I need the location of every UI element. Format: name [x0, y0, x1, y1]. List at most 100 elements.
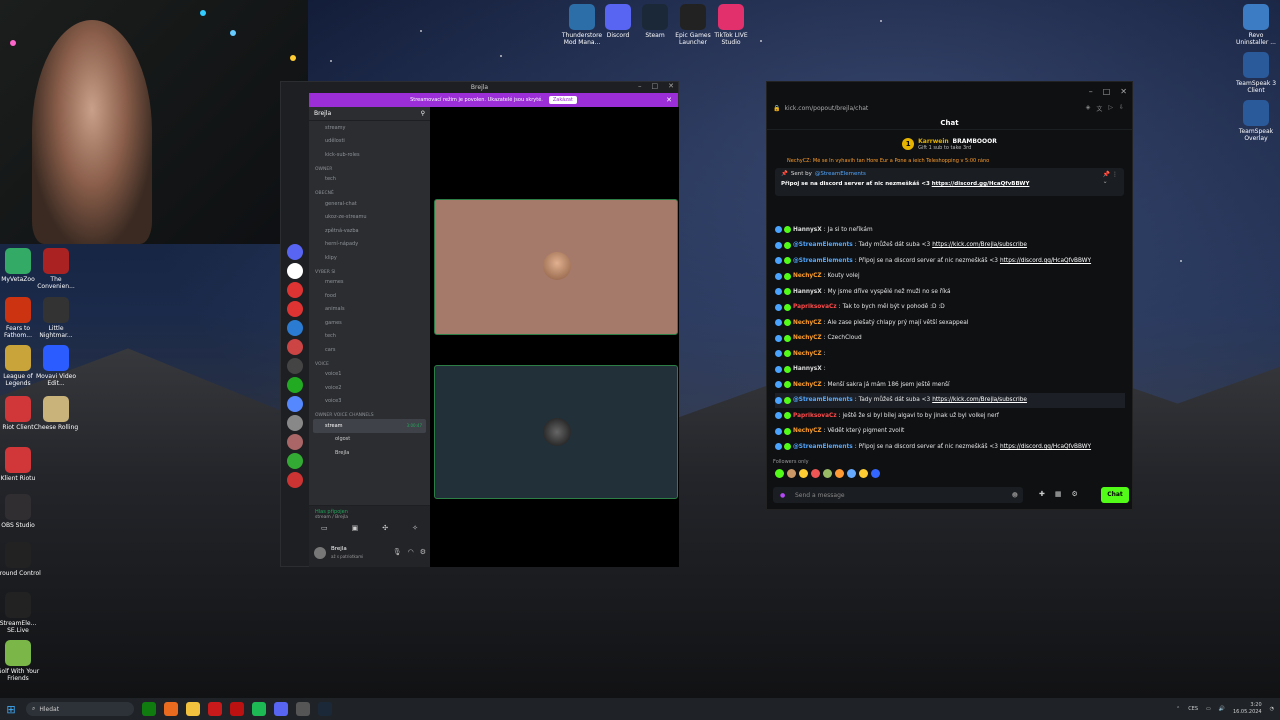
- chat-username[interactable]: @StreamElements: [793, 258, 853, 264]
- pinned-user[interactable]: @StreamElements: [815, 171, 866, 177]
- chat-username[interactable]: NechyCZ: [793, 335, 822, 341]
- chat-message[interactable]: NechyCZ: Ale zase plešatý chlapy prý mají…: [775, 315, 1125, 331]
- wifi-icon[interactable]: ▭: [1206, 706, 1211, 712]
- emote[interactable]: [799, 469, 808, 478]
- chat-message[interactable]: NechyCZ: Kouty volej: [775, 269, 1125, 285]
- chat-username[interactable]: NechyCZ: [793, 428, 822, 434]
- desktop-icon[interactable]: TeamSpeak 3 Client: [1232, 52, 1280, 94]
- gift-user[interactable]: Karrwein: [918, 138, 949, 145]
- chat-message[interactable]: NechyCZ: Vědět který pigment zvolit: [775, 424, 1125, 440]
- chat-message[interactable]: @StreamElements: Tady můžeš dát suba <3 ht…: [775, 392, 1125, 408]
- chat-link[interactable]: https://kick.com/Brejla/subscribe: [932, 242, 1027, 248]
- invite-icon[interactable]: ⚲: [421, 110, 425, 117]
- desktop-icon[interactable]: Ground Control: [0, 542, 42, 577]
- emote[interactable]: [871, 469, 880, 478]
- play-icon[interactable]: ▷: [1108, 104, 1113, 113]
- chat-message[interactable]: NechyCZ: CzechCloud: [775, 331, 1125, 347]
- emote-picker-icon[interactable]: ✚: [1039, 490, 1045, 498]
- channel-category[interactable]: OWNER VOICE CHANNELS: [309, 408, 430, 419]
- channel-category[interactable]: VYBER SI: [309, 265, 430, 276]
- server-icon[interactable]: [287, 472, 303, 488]
- chevron-down-icon[interactable]: ⌄: [1103, 178, 1108, 185]
- emoji-icon[interactable]: ☻: [1012, 492, 1018, 499]
- volume-icon[interactable]: 🔊: [1219, 706, 1225, 712]
- participant-tile[interactable]: [434, 199, 678, 335]
- camera-icon[interactable]: ▭: [321, 524, 328, 532]
- channel-item[interactable]: zpětná-vazba: [309, 224, 430, 238]
- gear-icon[interactable]: ⚙: [420, 548, 426, 556]
- opera-icon[interactable]: [208, 702, 222, 716]
- server-icon[interactable]: [287, 301, 303, 317]
- desktop-icon[interactable]: Movavi Video Edit...: [32, 345, 80, 387]
- chat-username[interactable]: NechyCZ: [793, 273, 822, 279]
- folder-icon[interactable]: [186, 702, 200, 716]
- send-chat-button[interactable]: Chat: [1101, 487, 1129, 503]
- channel-item[interactable]: food: [309, 289, 430, 303]
- gift-target[interactable]: BRAMBOOOR: [953, 138, 997, 145]
- desktop-icon[interactable]: TikTok LIVE Studio: [707, 4, 755, 46]
- pinned-link[interactable]: https://discord.gg/HcaQfvBBWY: [932, 181, 1030, 187]
- emote[interactable]: [787, 469, 796, 478]
- chat-message[interactable]: PapriksovaCz: Tak to bych měl být v pohod…: [775, 300, 1125, 316]
- url-text[interactable]: kick.com/popout/brejla/chat: [784, 105, 868, 112]
- maximize-icon[interactable]: □: [652, 82, 659, 90]
- chevron-up-icon[interactable]: ⌃: [1176, 706, 1180, 712]
- desktop-icon[interactable]: StreamEle... SE.Live: [0, 592, 42, 634]
- mute-icon[interactable]: 🎙: [393, 548, 402, 556]
- maximize-icon[interactable]: □: [1103, 87, 1111, 96]
- chat-username[interactable]: PapriksovaCz: [793, 413, 837, 419]
- server-icon[interactable]: [287, 320, 303, 336]
- close-banner-icon[interactable]: ✕: [666, 96, 672, 104]
- channel-item[interactable]: ukoz-ze-streamu: [309, 211, 430, 225]
- channel-item[interactable]: kick-sub-roles: [309, 148, 430, 162]
- xbox-icon[interactable]: [142, 702, 156, 716]
- participant-tile[interactable]: [434, 365, 678, 499]
- minimize-icon[interactable]: –: [1089, 87, 1093, 96]
- channel-item[interactable]: memes: [309, 276, 430, 290]
- soundboard-icon[interactable]: ✧: [412, 524, 418, 532]
- more-icon[interactable]: ⋮: [1112, 171, 1118, 178]
- server-icon[interactable]: [287, 377, 303, 393]
- desktop-icon[interactable]: Little Nightmar...: [32, 297, 80, 339]
- chat-message[interactable]: NechyCZ: Menší sakra já mám 186 jsem ješt…: [775, 377, 1125, 393]
- chat-username[interactable]: NechyCZ: [793, 351, 822, 357]
- server-icon[interactable]: [287, 339, 303, 355]
- clock[interactable]: 3:20 16.05.2024: [1233, 702, 1262, 716]
- chat-message[interactable]: @StreamElements: Připoj se na discord ser…: [775, 253, 1125, 269]
- disable-streamer-mode-button[interactable]: Zakázat: [548, 96, 577, 104]
- channel-item[interactable]: general-chat: [309, 197, 430, 211]
- emote[interactable]: [835, 469, 844, 478]
- gear-icon[interactable]: ⚙: [1072, 490, 1078, 498]
- channel-item[interactable]: tech: [309, 330, 430, 344]
- translate-icon[interactable]: 文: [1096, 104, 1102, 113]
- chat-link[interactable]: https://kick.com/Brejla/subscribe: [932, 397, 1027, 403]
- app-icon[interactable]: [230, 702, 244, 716]
- emote[interactable]: [811, 469, 820, 478]
- chat-message[interactable]: HannysX:: [775, 362, 1125, 378]
- voice-member[interactable]: olgost: [309, 433, 430, 447]
- channel-item[interactable]: voice1: [309, 368, 430, 382]
- desktop-icon[interactable]: The Convenien...: [32, 248, 80, 290]
- server-icon[interactable]: [287, 263, 303, 279]
- chat-message[interactable]: HannysX: Ja si to neříkám: [775, 222, 1125, 238]
- channel-item[interactable]: klipy: [309, 251, 430, 265]
- server-icon[interactable]: [287, 396, 303, 412]
- server-icon[interactable]: [287, 244, 303, 260]
- desktop-icon[interactable]: Golf With Your Friends: [0, 640, 42, 682]
- obs-icon[interactable]: [296, 702, 310, 716]
- copilot-icon[interactable]: [164, 702, 178, 716]
- screen-share-icon[interactable]: ▣: [352, 524, 359, 532]
- close-icon[interactable]: ✕: [668, 82, 674, 90]
- message-input[interactable]: ● Send a message ☻: [773, 487, 1023, 503]
- channel-item[interactable]: games: [309, 316, 430, 330]
- taskbar-search[interactable]: ⌕ Hledat: [26, 702, 134, 716]
- server-icon[interactable]: [287, 415, 303, 431]
- emote[interactable]: [775, 469, 784, 478]
- close-icon[interactable]: ✕: [1120, 87, 1127, 96]
- channel-category[interactable]: OWNER: [309, 162, 430, 173]
- chat-username[interactable]: @StreamElements: [793, 397, 853, 403]
- channel-item[interactable]: voice2: [309, 381, 430, 395]
- chat-username[interactable]: @StreamElements: [793, 242, 853, 248]
- mic-icon[interactable]: ●: [780, 492, 785, 499]
- desktop-icon[interactable]: Revo Uninstaller ...: [1232, 4, 1280, 46]
